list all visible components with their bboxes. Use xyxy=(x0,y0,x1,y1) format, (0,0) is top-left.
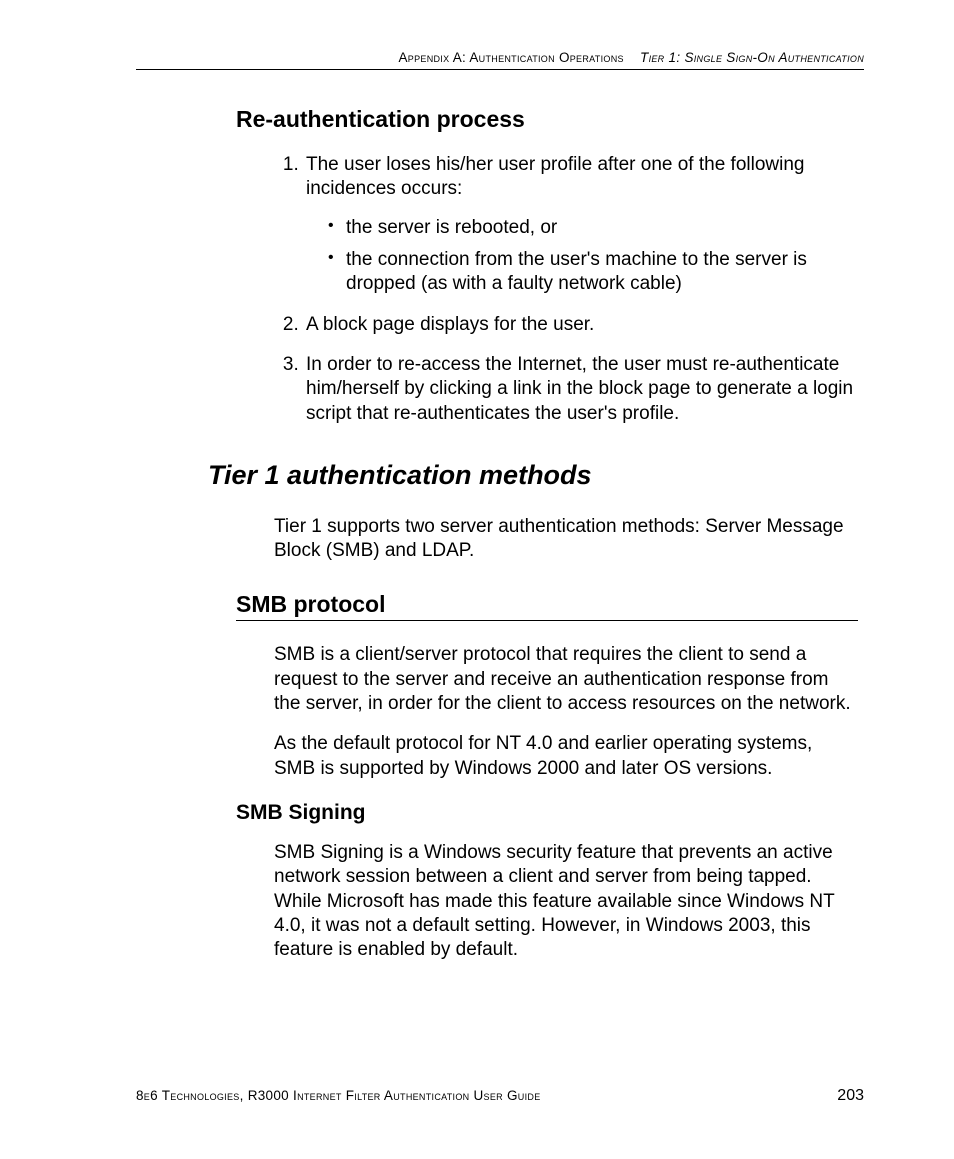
smb-signing-p1: SMB Signing is a Windows security featur… xyxy=(274,841,858,963)
list-item: The user loses his/her user profile afte… xyxy=(304,153,858,297)
list-item: In order to re-access the Internet, the … xyxy=(304,353,858,426)
header-tier: Tier 1: Single Sign-On Authentication xyxy=(640,50,864,65)
smb-p1: SMB is a client/server protocol that req… xyxy=(274,643,858,716)
reauth-steps-list: The user loses his/her user profile afte… xyxy=(304,153,858,426)
heading-smb-signing: SMB Signing xyxy=(236,801,864,825)
tier1-intro: Tier 1 supports two server authenticatio… xyxy=(274,515,858,564)
heading-reauth-process: Re-authentication process xyxy=(236,106,864,133)
list-item: A block page displays for the user. xyxy=(304,313,858,337)
incidence-bullets: the server is rebooted, or the connectio… xyxy=(306,216,858,297)
running-header: Appendix A: Authentication Operations Ti… xyxy=(136,50,864,70)
heading-tier1-methods: Tier 1 authentication methods xyxy=(208,460,864,491)
smb-p2: As the default protocol for NT 4.0 and e… xyxy=(274,732,858,781)
header-appendix: Appendix A: Authentication Operations xyxy=(398,50,623,65)
step-1-text: The user loses his/her user profile afte… xyxy=(306,154,805,199)
page-footer: 8e6 Technologies, R3000 Internet Filter … xyxy=(90,1087,864,1105)
list-item: the server is rebooted, or xyxy=(328,216,858,240)
list-item: the connection from the user's machine t… xyxy=(328,248,858,297)
page-number: 203 xyxy=(837,1087,864,1105)
footer-guide-title: 8e6 Technologies, R3000 Internet Filter … xyxy=(136,1088,541,1103)
heading-smb-protocol: SMB protocol xyxy=(236,591,858,621)
